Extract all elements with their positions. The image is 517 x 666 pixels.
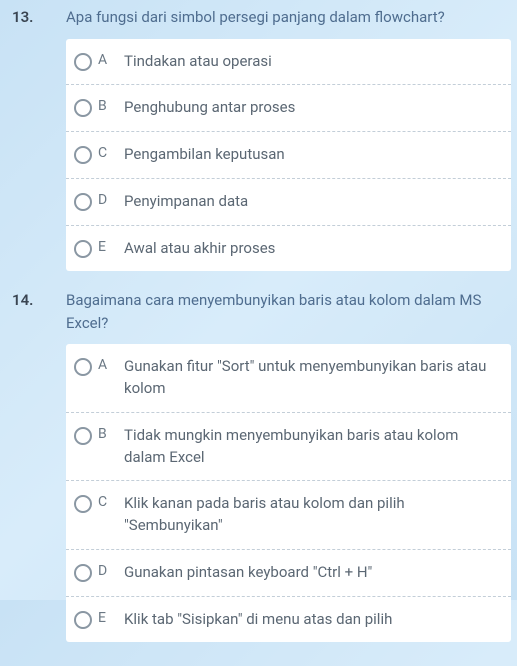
question-number: 14.: [12, 289, 66, 642]
option-letter: D: [98, 562, 116, 579]
option-c[interactable]: C Pengambilan keputusan: [66, 132, 511, 179]
radio-icon[interactable]: [74, 240, 92, 258]
option-text: Awal atau akhir proses: [124, 238, 501, 260]
quiz-container: 13. Apa fungsi dari simbol persegi panja…: [0, 0, 517, 666]
option-text: Pengambilan keputusan: [124, 144, 501, 166]
radio-icon[interactable]: [74, 53, 92, 71]
radio-icon[interactable]: [74, 193, 92, 211]
question-body: Apa fungsi dari simbol persegi panjang d…: [66, 6, 511, 271]
option-letter: A: [98, 51, 116, 68]
option-b[interactable]: B Tidak mungkin menyembunyikan baris ata…: [66, 413, 511, 482]
option-b[interactable]: B Penghubung antar proses: [66, 85, 511, 132]
option-a[interactable]: A Gunakan fitur "Sort" untuk menyembunyi…: [66, 344, 511, 413]
question-body: Bagaimana cara menyembunyikan baris atau…: [66, 289, 511, 642]
option-letter: E: [98, 238, 116, 255]
option-text: Klik kanan pada baris atau kolom dan pil…: [124, 493, 501, 537]
option-letter: A: [98, 356, 116, 373]
option-letter: E: [98, 609, 116, 626]
radio-icon[interactable]: [74, 99, 92, 117]
radio-icon[interactable]: [74, 427, 92, 445]
radio-icon[interactable]: [74, 358, 92, 376]
option-text: Klik tab "Sisipkan" di menu atas dan pil…: [124, 609, 501, 631]
question-block: 14. Bagaimana cara menyembunyikan baris …: [12, 289, 511, 642]
option-text: Tindakan atau operasi: [124, 51, 501, 73]
question-text: Bagaimana cara menyembunyikan baris atau…: [66, 289, 511, 334]
radio-icon[interactable]: [74, 564, 92, 582]
option-text: Gunakan fitur "Sort" untuk menyembunyika…: [124, 356, 501, 400]
option-text: Tidak mungkin menyembunyikan baris atau …: [124, 425, 501, 469]
radio-icon[interactable]: [74, 495, 92, 513]
option-a[interactable]: A Tindakan atau operasi: [66, 39, 511, 86]
option-text: Penghubung antar proses: [124, 97, 501, 119]
radio-icon[interactable]: [74, 146, 92, 164]
option-e[interactable]: E Awal atau akhir proses: [66, 226, 511, 272]
radio-icon[interactable]: [74, 611, 92, 629]
question-text: Apa fungsi dari simbol persegi panjang d…: [66, 6, 511, 29]
option-text: Gunakan pintasan keyboard "Ctrl + H": [124, 562, 501, 584]
option-letter: B: [98, 97, 116, 114]
question-block: 13. Apa fungsi dari simbol persegi panja…: [12, 6, 511, 271]
options-list: A Tindakan atau operasi B Penghubung ant…: [66, 39, 511, 272]
option-d[interactable]: D Penyimpanan data: [66, 179, 511, 226]
question-number: 13.: [12, 6, 66, 271]
option-letter: B: [98, 425, 116, 442]
options-list: A Gunakan fitur "Sort" untuk menyembunyi…: [66, 344, 511, 642]
option-letter: D: [98, 191, 116, 208]
option-d[interactable]: D Gunakan pintasan keyboard "Ctrl + H": [66, 550, 511, 597]
option-c[interactable]: C Klik kanan pada baris atau kolom dan p…: [66, 481, 511, 550]
option-letter: C: [98, 493, 116, 510]
option-e[interactable]: E Klik tab "Sisipkan" di menu atas dan p…: [66, 597, 511, 643]
option-text: Penyimpanan data: [124, 191, 501, 213]
option-letter: C: [98, 144, 116, 161]
